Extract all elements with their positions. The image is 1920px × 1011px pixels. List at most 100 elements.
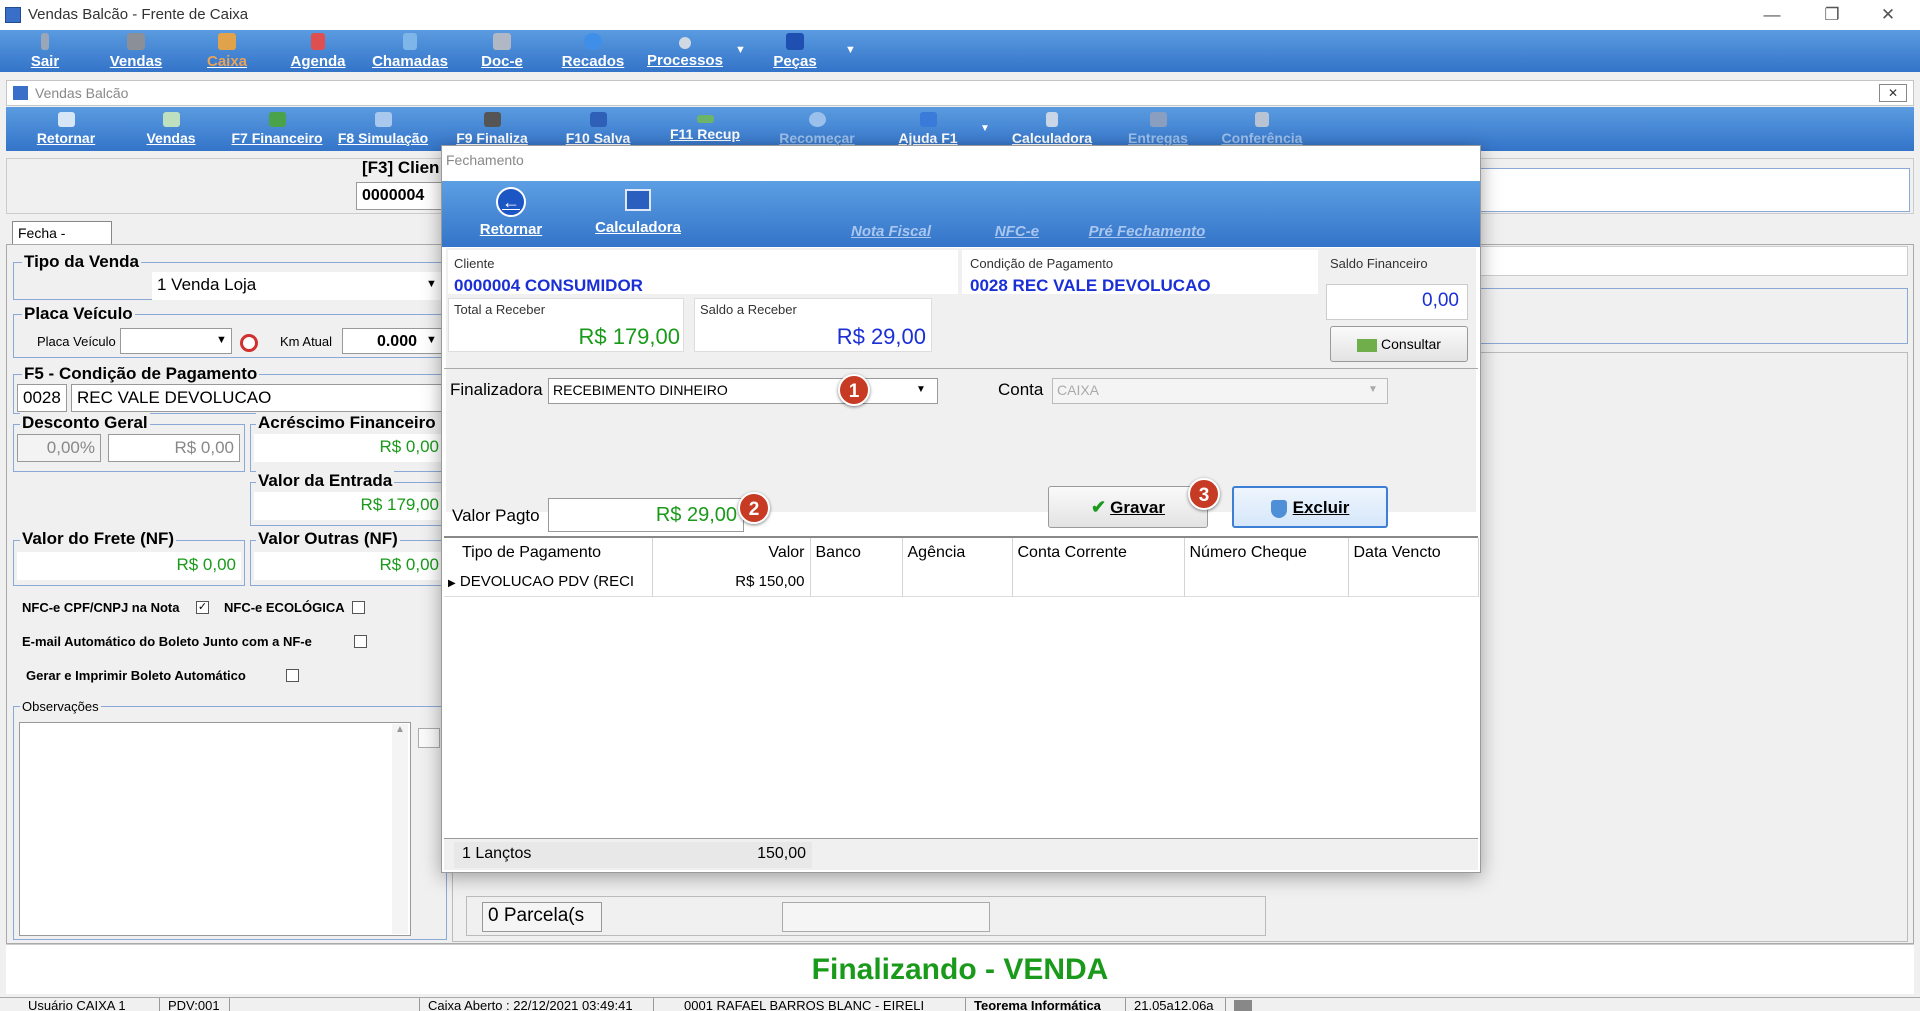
menu-label: Processos <box>647 52 723 69</box>
toolbar-financeiro[interactable]: F7 Financeiro <box>228 107 326 151</box>
saldo-value: R$ 29,00 <box>836 324 926 349</box>
condicao-code-field[interactable]: 0028 <box>17 384 67 412</box>
menu-sair[interactable]: Sair <box>20 30 70 72</box>
close-button[interactable]: ✕ <box>1868 3 1908 27</box>
divider <box>444 368 1478 369</box>
restore-button[interactable]: ❐ <box>1812 3 1852 27</box>
desconto-valor-field[interactable]: R$ 0,00 <box>108 434 240 462</box>
lifebuoy-icon[interactable] <box>240 334 258 352</box>
chevron-down-icon[interactable]: ▼ <box>216 334 227 346</box>
menu-chamadas[interactable]: Chamadas <box>370 30 450 72</box>
toolbar-simulacao[interactable]: F8 Simulação <box>332 107 434 151</box>
desconto-pct-field[interactable]: 0,00% <box>17 434 101 462</box>
toolbar-label: Entregas <box>1128 130 1188 146</box>
zoom-icon[interactable] <box>418 728 440 748</box>
nfce-cpf-label: NFC-e CPF/CNPJ na Nota <box>22 600 180 615</box>
frete-valor-field[interactable]: R$ 0,00 <box>17 552 241 580</box>
chevron-down-icon[interactable]: ▼ <box>916 384 926 395</box>
finalizando-banner: Finalizando - VENDA <box>6 944 1914 994</box>
acrescimo-valor-field[interactable]: R$ 0,00 <box>254 434 444 462</box>
chevron-down-icon[interactable]: ▼ <box>426 334 437 346</box>
data-vencto-cell <box>1348 568 1479 596</box>
consultar-button[interactable]: Consultar <box>1330 326 1468 362</box>
sub-window-close-button[interactable]: ✕ <box>1879 84 1907 102</box>
email-boleto-checkbox[interactable] <box>354 635 367 648</box>
column-header[interactable]: Número Cheque <box>1184 538 1349 568</box>
outras-valor-field[interactable]: R$ 0,00 <box>254 552 444 580</box>
gerar-boleto-checkbox[interactable] <box>286 669 299 682</box>
menu-vendas[interactable]: Vendas <box>104 30 168 72</box>
client-info-box <box>1478 168 1910 212</box>
dialog-title: Fechamento <box>446 152 524 168</box>
nfce-eco-checkbox[interactable] <box>352 601 365 614</box>
tipo-venda-select[interactable]: 1 Venda Loja <box>152 272 442 300</box>
gravar-button[interactable]: ✔ Gravar <box>1048 486 1208 528</box>
check-icon: ✔ <box>1091 497 1107 517</box>
nfce-cpf-checkbox[interactable]: ✓ <box>196 601 209 614</box>
column-header[interactable]: Conta Corrente <box>1012 538 1185 568</box>
recover-icon <box>696 115 714 123</box>
column-header[interactable]: Valor <box>652 538 811 568</box>
column-header[interactable]: Data Vencto <box>1348 538 1479 568</box>
finalizadora-select[interactable]: RECEBIMENTO DINHEIRO <box>548 378 938 404</box>
sales-icon <box>127 33 145 50</box>
simulation-icon <box>374 112 392 127</box>
saldo-label: Saldo a Receber <box>700 302 797 317</box>
entrada-valor-field[interactable]: R$ 179,00 <box>254 492 444 520</box>
chevron-down-icon: ▼ <box>1368 384 1378 395</box>
save-icon <box>589 112 607 127</box>
toolbar-vendas[interactable]: Vendas <box>136 107 206 151</box>
dialog-condicao-label: Condição de Pagamento <box>970 256 1114 271</box>
gravar-label: Gravar <box>1110 498 1165 517</box>
desconto-label: Desconto Geral <box>20 413 150 433</box>
sales-add-icon <box>162 112 180 127</box>
excluir-button[interactable]: Excluir <box>1232 486 1388 528</box>
chevron-down-icon[interactable]: ▼ <box>845 44 856 56</box>
toolbar-label: Calculadora <box>1011 130 1093 146</box>
minimize-button[interactable]: — <box>1752 3 1792 27</box>
column-header[interactable]: Agência <box>902 538 1013 568</box>
gerar-boleto-label: Gerar e Imprimir Boleto Automático <box>26 668 246 683</box>
column-header[interactable]: Banco <box>810 538 903 568</box>
chevron-down-icon[interactable]: ▼ <box>735 44 746 56</box>
app-icon <box>13 86 28 100</box>
valor-pagto-label: Valor Pagto <box>452 506 540 525</box>
status-empty <box>230 998 420 1011</box>
tab-fecha-venda[interactable]: Fecha - Venda <box>12 221 112 257</box>
window-title: Vendas Balcão - Frente de Caixa <box>28 6 249 23</box>
status-user: Usuário CAIXA 1 <box>20 998 160 1011</box>
document-icon <box>493 33 511 50</box>
frete-label: Valor do Frete (NF) <box>20 529 177 549</box>
payments-table: Tipo de Pagamento Valor Banco Agência Co… <box>444 538 1479 597</box>
menu-pecas[interactable]: Peças <box>768 30 822 72</box>
sub-window-title: Vendas Balcão <box>35 85 129 101</box>
total-value: R$ 179,00 <box>578 324 680 349</box>
menu-caixa[interactable]: Caixa <box>200 30 254 72</box>
placa-label: Placa Veículo <box>37 334 116 349</box>
chevron-down-icon[interactable]: ▼ <box>980 123 990 134</box>
client-code-field[interactable]: 0000004 <box>356 182 446 210</box>
observacoes-scrollbar[interactable]: ▲ <box>392 724 408 934</box>
menu-label: Peças <box>773 53 817 70</box>
grid-icon <box>403 33 417 50</box>
chevron-down-icon[interactable]: ▼ <box>426 278 437 290</box>
dialog-calculadora-button[interactable]: Calculadora <box>588 181 688 247</box>
column-header[interactable]: Tipo de Pagamento <box>444 538 653 568</box>
valor-pagto-input[interactable]: R$ 29,00 <box>548 498 744 532</box>
observacoes-label: Observações <box>20 699 101 714</box>
saldo-financeiro-value: 0,00 <box>1326 284 1468 320</box>
menu-doc-e[interactable]: Doc-e <box>470 30 534 72</box>
toolbar-retornar[interactable]: Retornar <box>26 107 106 151</box>
menu-processos[interactable]: Processos <box>646 30 724 72</box>
observacoes-textarea[interactable] <box>19 722 411 936</box>
menu-recados[interactable]: Recados <box>558 30 628 72</box>
numero-cheque-cell <box>1184 568 1349 596</box>
dialog-retornar-button[interactable]: ← Retornar <box>468 181 554 247</box>
toolbar-label: F8 Simulação <box>337 130 429 146</box>
menu-agenda[interactable]: Agenda <box>286 30 350 72</box>
back-arrow-icon <box>57 112 75 127</box>
agencia-cell <box>902 568 1013 596</box>
menu-label: Doc-e <box>481 53 523 70</box>
table-row[interactable]: ▶ DEVOLUCAO PDV (RECI R$ 150,00 <box>444 568 1479 596</box>
dialog-toolbar-label: Retornar <box>479 221 543 238</box>
